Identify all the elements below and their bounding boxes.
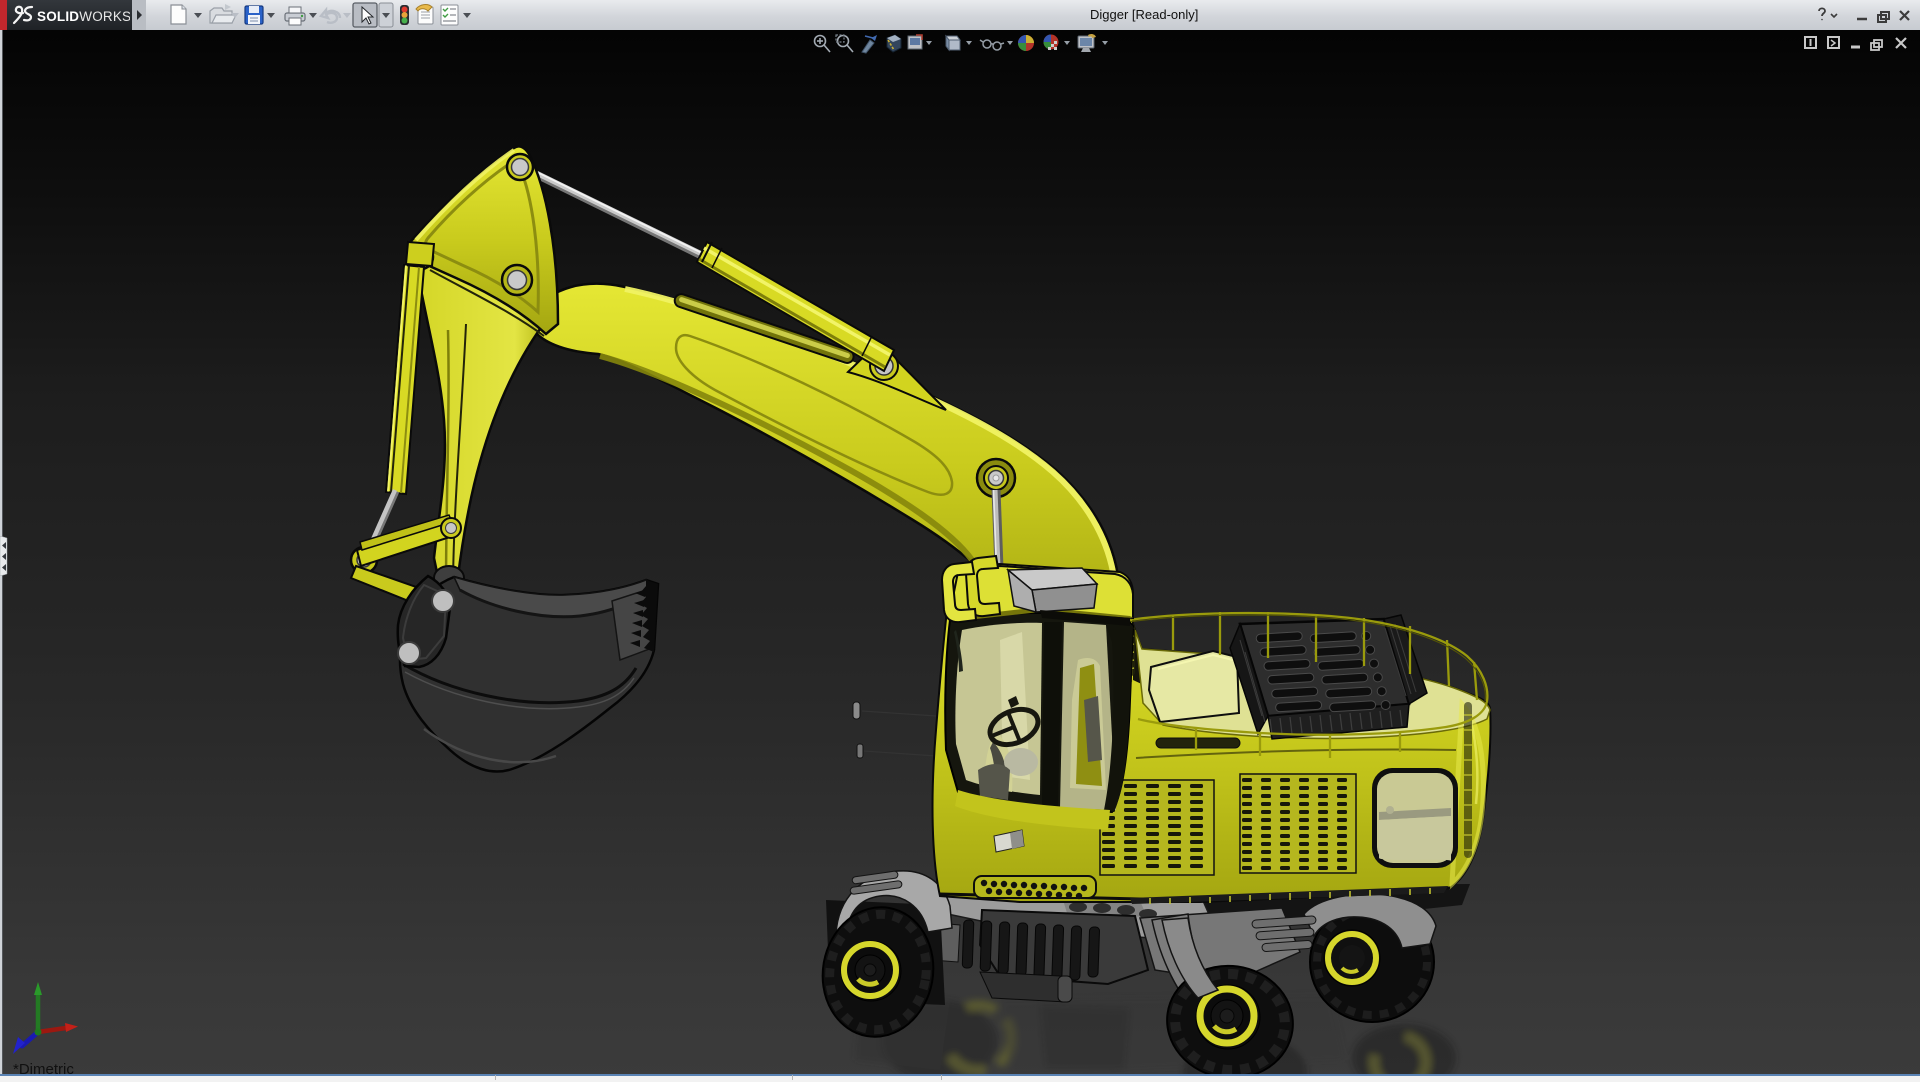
svg-text:SOLIDWORKS: SOLIDWORKS — [37, 9, 130, 24]
